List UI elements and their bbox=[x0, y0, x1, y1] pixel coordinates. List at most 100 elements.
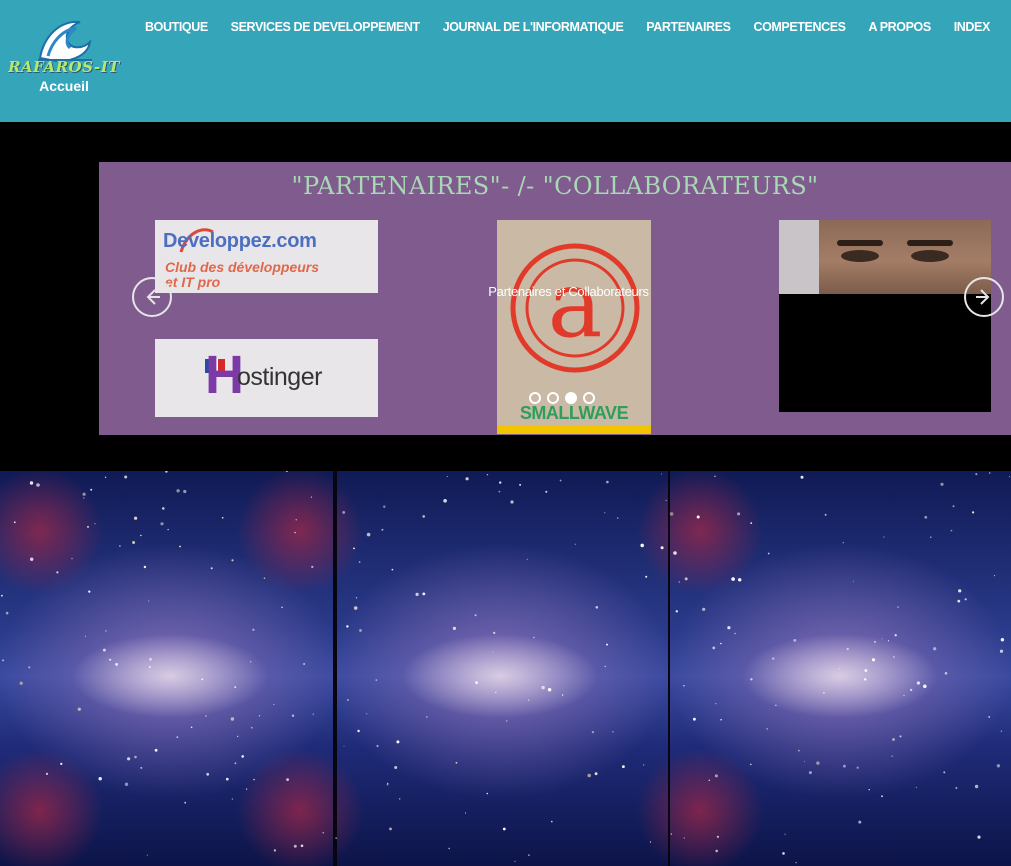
star bbox=[394, 766, 398, 769]
home-link[interactable]: Accueil bbox=[8, 78, 120, 94]
star bbox=[165, 471, 168, 473]
star bbox=[499, 481, 502, 484]
arrow-left-circle-icon bbox=[146, 289, 160, 305]
star bbox=[293, 844, 297, 848]
star bbox=[465, 477, 469, 481]
nav-item-journal[interactable]: JOURNAL DE L'INFORMATIQUE bbox=[443, 20, 624, 40]
star bbox=[606, 643, 608, 646]
nav-item-partenaires[interactable]: PARTENAIRES bbox=[646, 20, 731, 40]
star bbox=[933, 647, 937, 651]
star bbox=[594, 772, 598, 776]
star bbox=[684, 577, 688, 581]
hostinger-logo[interactable]: H ostinger bbox=[155, 339, 378, 417]
star bbox=[823, 691, 825, 694]
nav-item-a-propos[interactable]: A PROPOS bbox=[869, 20, 932, 40]
star bbox=[940, 482, 944, 486]
star bbox=[210, 567, 213, 570]
star bbox=[396, 740, 400, 744]
carousel-prev-button[interactable] bbox=[132, 277, 172, 317]
star bbox=[974, 784, 979, 789]
star bbox=[871, 658, 876, 662]
star bbox=[98, 777, 102, 781]
star bbox=[881, 795, 883, 798]
star bbox=[225, 777, 229, 781]
star bbox=[852, 580, 854, 582]
star bbox=[864, 678, 867, 681]
star bbox=[957, 599, 961, 603]
star bbox=[606, 480, 609, 484]
nav-item-boutique[interactable]: BOUTIQUE bbox=[145, 20, 208, 40]
star bbox=[1000, 638, 1005, 642]
arrow-right-circle-icon bbox=[976, 289, 990, 305]
star bbox=[85, 635, 86, 637]
star bbox=[443, 499, 447, 503]
star bbox=[616, 517, 619, 519]
carousel-dot-3[interactable] bbox=[565, 392, 577, 404]
portrait-image bbox=[779, 220, 991, 294]
star bbox=[486, 474, 489, 476]
star bbox=[94, 523, 96, 525]
star bbox=[376, 744, 379, 748]
star bbox=[366, 713, 368, 715]
star bbox=[645, 575, 648, 578]
star bbox=[13, 521, 16, 524]
star bbox=[864, 669, 868, 672]
star bbox=[176, 736, 179, 739]
carousel-next-button[interactable] bbox=[964, 277, 1004, 317]
hostinger-word: ostinger bbox=[237, 363, 322, 391]
star bbox=[124, 782, 129, 786]
star bbox=[426, 716, 428, 718]
star bbox=[148, 600, 150, 602]
star bbox=[750, 522, 753, 524]
star bbox=[353, 606, 358, 610]
star bbox=[622, 765, 625, 768]
star bbox=[375, 679, 378, 681]
star bbox=[816, 761, 820, 765]
star bbox=[498, 490, 501, 493]
star bbox=[36, 483, 40, 487]
star bbox=[587, 773, 591, 778]
star bbox=[221, 516, 224, 519]
carousel-dot-1[interactable] bbox=[529, 392, 541, 404]
carousel-dot-2[interactable] bbox=[547, 392, 559, 404]
star bbox=[422, 515, 426, 518]
star bbox=[923, 684, 927, 689]
star bbox=[574, 543, 576, 545]
star bbox=[386, 783, 389, 786]
star bbox=[800, 475, 804, 479]
nav-item-competences[interactable]: COMPETENCES bbox=[753, 20, 846, 40]
star bbox=[972, 511, 975, 514]
star bbox=[160, 522, 164, 526]
developpez-tagline-1: Club des développeurs bbox=[165, 259, 320, 275]
star bbox=[612, 731, 614, 733]
star bbox=[109, 658, 112, 661]
star bbox=[943, 771, 946, 774]
site-logo[interactable]: RAFAROS-IT Accueil bbox=[8, 14, 120, 98]
star bbox=[263, 577, 266, 579]
carousel-caption: Partenaires et Collaborateurs bbox=[488, 284, 649, 299]
star bbox=[547, 688, 552, 692]
nav-item-services[interactable]: SERVICES DE DEVELOPPEMENT bbox=[231, 20, 421, 40]
star bbox=[115, 663, 118, 666]
star bbox=[964, 598, 967, 601]
star bbox=[148, 666, 151, 668]
star bbox=[874, 640, 876, 643]
nav-item-index[interactable]: INDEX bbox=[954, 20, 991, 40]
developpez-logo[interactable]: Developpez.com Club des développeurs et … bbox=[155, 220, 378, 293]
star bbox=[510, 500, 514, 504]
star bbox=[495, 691, 497, 694]
star bbox=[551, 820, 553, 823]
star bbox=[661, 473, 663, 475]
star bbox=[675, 610, 678, 613]
star bbox=[206, 772, 210, 776]
carousel-dot-4[interactable] bbox=[583, 392, 595, 404]
star bbox=[604, 512, 606, 514]
star bbox=[253, 778, 255, 781]
star bbox=[134, 516, 138, 520]
star bbox=[734, 632, 736, 635]
star bbox=[190, 726, 193, 729]
star bbox=[678, 581, 680, 583]
collaborator-portrait[interactable] bbox=[779, 220, 991, 412]
star bbox=[231, 559, 234, 562]
star bbox=[887, 640, 890, 642]
